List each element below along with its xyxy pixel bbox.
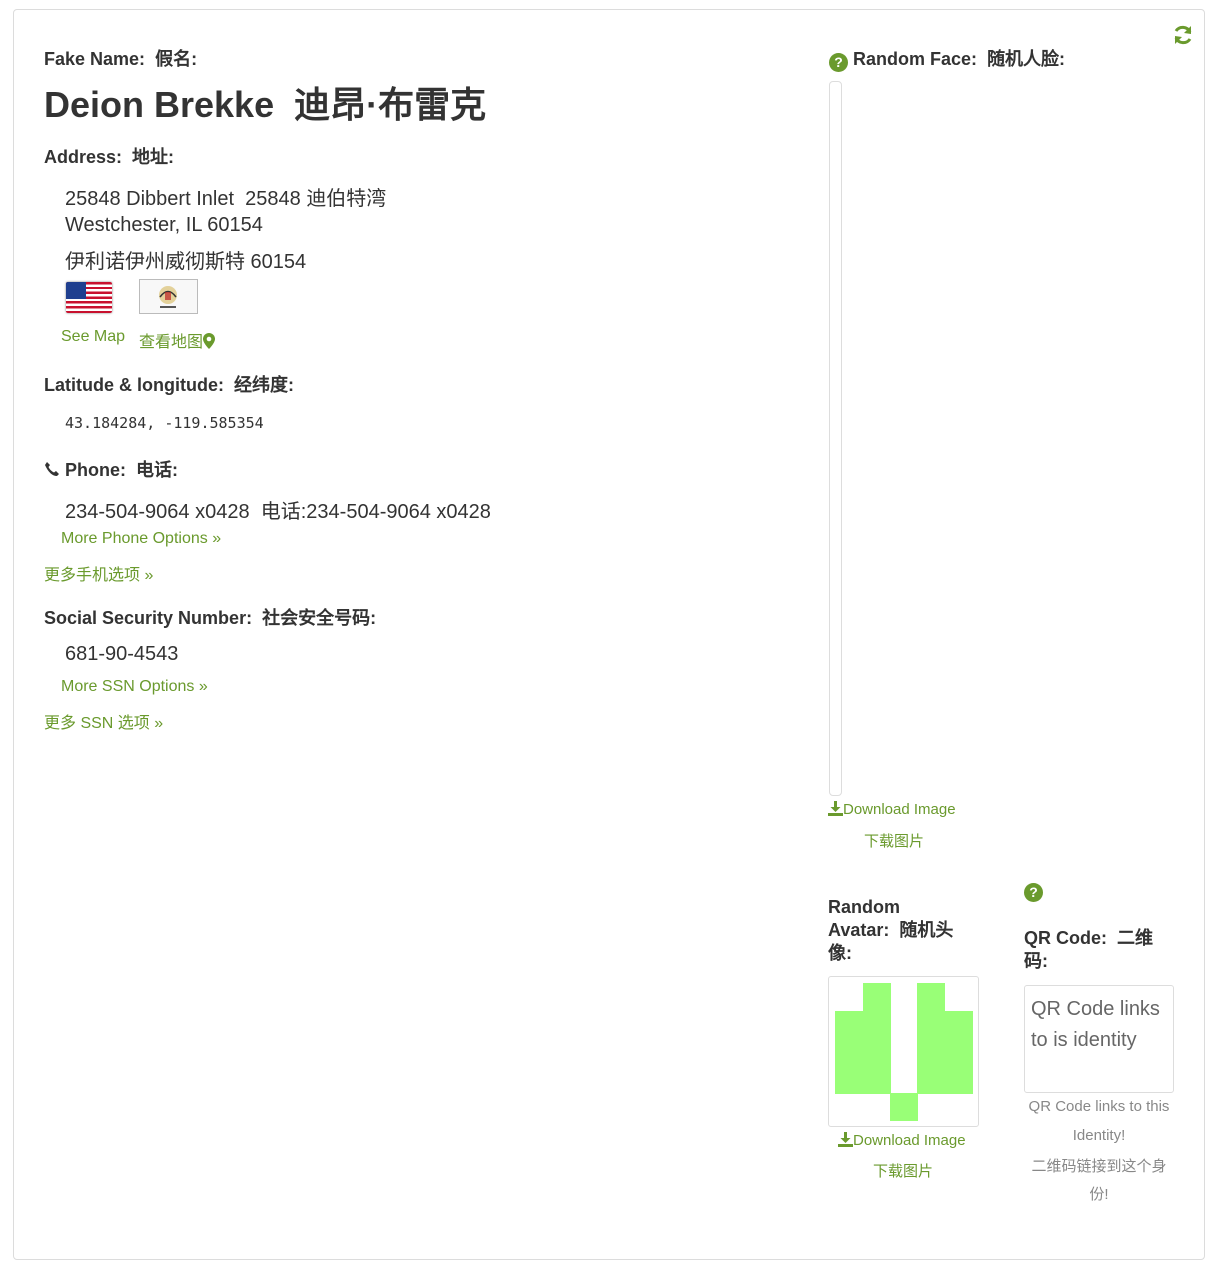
more-ssn-options-cn-link[interactable]: 更多 SSN 选项 » (44, 709, 163, 733)
qr-code-alt-text: QR Code links to is identity (1031, 998, 1160, 1051)
random-avatar-label: Random Avatar: 随机头 像: (828, 897, 954, 963)
more-phone-options-link[interactable]: More Phone Options » (61, 530, 221, 548)
random-avatar-image (828, 976, 979, 1127)
qr-code-label: QR Code: 二维 码: (1024, 928, 1154, 971)
qr-code-image[interactable]: QR Code links to is identity (1024, 985, 1174, 1093)
refresh-icon[interactable] (1172, 24, 1194, 46)
qr-caption-cn-2: 份! (1089, 1186, 1109, 1203)
latlng-value: 43.184284, -119.585354 (65, 414, 264, 432)
address-line-2: Westchester, IL 60154 (65, 214, 263, 236)
face-download-link[interactable]: Download Image (828, 801, 956, 818)
download-icon (838, 1132, 853, 1147)
latlng-label: Latitude & longitude: 经纬度: (44, 375, 294, 395)
more-phone-options-cn-link[interactable]: 更多手机选项 » (44, 561, 153, 585)
download-icon (828, 801, 843, 816)
ssn-label: Social Security Number: 社会安全号码: (44, 608, 377, 628)
fake-name-value: Deion Brekke 迪昂·布雷克 (44, 84, 487, 125)
see-map-link[interactable]: See Map (61, 328, 125, 346)
random-face-image (829, 81, 842, 796)
face-download-cn-link[interactable]: 下载图片 (864, 830, 924, 851)
fake-name-label: Fake Name: 假名: (44, 49, 198, 69)
address-line-1: 25848 Dibbert Inlet 25848 迪伯特湾 (65, 188, 387, 210)
address-label: Address: 地址: (44, 147, 175, 167)
random-face-label: ? Random Face: 随机人脸: (829, 45, 1065, 72)
ssn-value: 681-90-4543 (65, 643, 179, 665)
help-icon[interactable]: ? (829, 53, 848, 72)
qr-caption-en-2: Identity! (1072, 1127, 1126, 1144)
phone-label: Phone: 电话: (44, 456, 178, 482)
address-line-3-cn: 伊利诺伊州威彻斯特 60154 (65, 251, 307, 273)
avatar-download-link[interactable]: Download Image (838, 1132, 966, 1149)
phone-value: 234-504-9064 x0428 电话:234-504-9064 x0428 (65, 501, 491, 523)
see-map-cn-link[interactable]: 查看地图 (139, 328, 216, 352)
avatar-download-cn-link[interactable]: 下载图片 (873, 1160, 933, 1181)
qr-help-icon[interactable]: ? (1024, 882, 1043, 902)
qr-caption-en-1: QR Code links to this (1028, 1098, 1170, 1115)
qr-caption-cn-1: 二维码链接到这个身 (1031, 1158, 1167, 1175)
us-flag-icon (66, 282, 112, 313)
map-marker-icon (203, 333, 216, 349)
phone-icon (45, 462, 59, 476)
illinois-flag-icon (139, 279, 198, 314)
more-ssn-options-link[interactable]: More SSN Options » (61, 678, 208, 696)
